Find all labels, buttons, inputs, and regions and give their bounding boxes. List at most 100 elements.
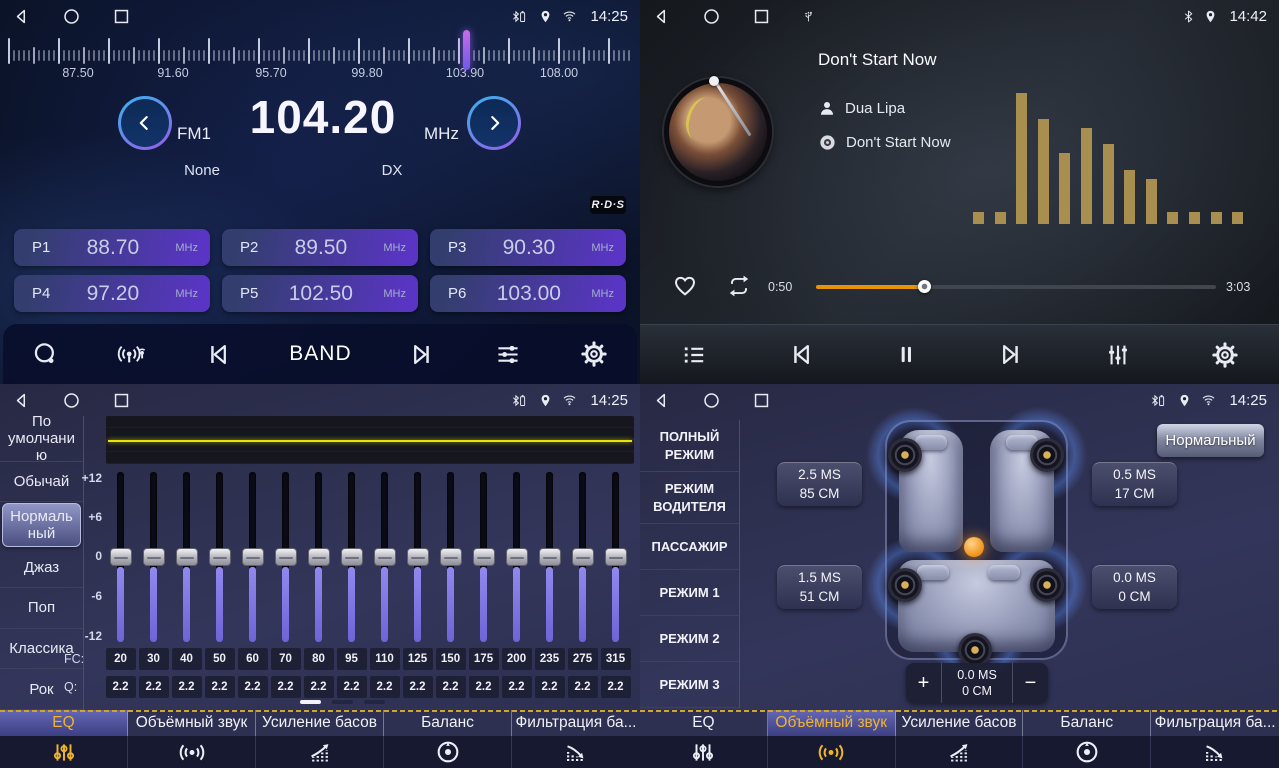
front-right-speaker[interactable] (1030, 438, 1064, 472)
eq-band-slider-2[interactable] (137, 468, 170, 652)
previous-track-button[interactable] (787, 341, 814, 368)
slider-handle[interactable] (110, 548, 132, 566)
q-value-chip[interactable]: 2.2 (337, 676, 367, 698)
q-value-chip[interactable]: 2.2 (601, 676, 631, 698)
recents-button[interactable] (752, 391, 771, 410)
repeat-button[interactable] (724, 273, 754, 299)
tab-eq-sliders[interactable]: EQ (0, 710, 128, 768)
audio-settings-button[interactable] (494, 341, 522, 368)
q-value-chip[interactable]: 2.2 (568, 676, 598, 698)
slider-handle[interactable] (308, 548, 330, 566)
recents-button[interactable] (112, 391, 131, 410)
preset-button-p5[interactable]: P5102.50MHz (222, 275, 418, 312)
soundfield-mode-6[interactable]: РЕЖИМ 3 (640, 662, 739, 708)
tab-balance[interactable]: Баланс (1023, 710, 1151, 768)
center-rear-speaker[interactable] (958, 633, 992, 667)
home-button[interactable] (62, 391, 81, 410)
tab-eq-sliders[interactable]: EQ (640, 710, 768, 768)
slider-handle[interactable] (473, 548, 495, 566)
preset-button-p3[interactable]: P390.30MHz (430, 229, 626, 266)
fc-value-chip[interactable]: 20 (106, 648, 136, 670)
eq-band-slider-6[interactable] (269, 468, 302, 652)
slider-handle[interactable] (242, 548, 264, 566)
soundfield-mode-2[interactable]: РЕЖИМ ВОДИТЕЛЯ (640, 472, 739, 524)
eq-band-slider-4[interactable] (203, 468, 236, 652)
slider-handle[interactable] (374, 548, 396, 566)
slider-handle[interactable] (506, 548, 528, 566)
slider-handle[interactable] (539, 548, 561, 566)
slider-handle[interactable] (407, 548, 429, 566)
progress-bar[interactable] (816, 285, 1216, 289)
fc-value-chip[interactable]: 70 (271, 648, 301, 670)
soundfield-mode-1[interactable]: ПОЛНЫЙ РЕЖИМ (640, 420, 739, 472)
scan-button[interactable] (117, 341, 147, 368)
tab-bass-boost[interactable]: Усиление басов (256, 710, 384, 768)
tab-surround[interactable]: Объёмный звук (128, 710, 256, 768)
eq-band-slider-12[interactable] (467, 468, 500, 652)
fc-value-chip[interactable]: 150 (436, 648, 466, 670)
rear-left-speaker[interactable] (888, 568, 922, 602)
soundfield-preset-button[interactable]: Нормальный (1157, 424, 1264, 457)
equalizer-button[interactable] (1104, 341, 1132, 369)
fc-value-chip[interactable]: 95 (337, 648, 367, 670)
q-value-chip[interactable]: 2.2 (502, 676, 532, 698)
soundfield-mode-3[interactable]: ПАССАЖИР (640, 524, 739, 570)
slider-handle[interactable] (572, 548, 594, 566)
back-button[interactable] (12, 391, 31, 410)
q-value-chip[interactable]: 2.2 (139, 676, 169, 698)
tab-bass-boost[interactable]: Усиление басов (896, 710, 1024, 768)
recents-button[interactable] (752, 7, 771, 26)
slider-handle[interactable] (209, 548, 231, 566)
eq-band-slider-10[interactable] (401, 468, 434, 652)
q-value-chip[interactable]: 2.2 (535, 676, 565, 698)
eq-band-slider-8[interactable] (335, 468, 368, 652)
fc-value-chip[interactable]: 275 (568, 648, 598, 670)
eq-band-slider-11[interactable] (434, 468, 467, 652)
fc-value-chip[interactable]: 60 (238, 648, 268, 670)
q-value-chip[interactable]: 2.2 (403, 676, 433, 698)
q-value-chip[interactable]: 2.2 (304, 676, 334, 698)
seek-down-button[interactable] (204, 341, 231, 368)
rear-right-delay-button[interactable]: 0.0 MS 0 CM (1092, 565, 1177, 609)
fc-value-chip[interactable]: 50 (205, 648, 235, 670)
preset-button-p6[interactable]: P6103.00MHz (430, 275, 626, 312)
home-button[interactable] (702, 391, 721, 410)
eq-band-slider-14[interactable] (533, 468, 566, 652)
album-art[interactable] (664, 78, 772, 186)
home-button[interactable] (62, 7, 81, 26)
eq-band-slider-9[interactable] (368, 468, 401, 652)
preset-button-p1[interactable]: P188.70MHz (14, 229, 210, 266)
slider-handle[interactable] (341, 548, 363, 566)
tab-surround[interactable]: Объёмный звук (768, 710, 896, 768)
back-button[interactable] (652, 391, 671, 410)
slider-handle[interactable] (176, 548, 198, 566)
soundfield-mode-4[interactable]: РЕЖИМ 1 (640, 570, 739, 616)
q-value-chip[interactable]: 2.2 (370, 676, 400, 698)
seek-up-button[interactable] (409, 341, 436, 368)
tab-filter[interactable]: Фильтрация ба... (1151, 710, 1279, 768)
delay-increase-button[interactable]: + (906, 663, 941, 703)
q-value-chip[interactable]: 2.2 (271, 676, 301, 698)
tune-up-button[interactable] (467, 96, 521, 150)
fc-value-chip[interactable]: 200 (502, 648, 532, 670)
search-button[interactable] (32, 341, 59, 368)
recents-button[interactable] (112, 7, 131, 26)
fc-value-chip[interactable]: 80 (304, 648, 334, 670)
front-left-speaker[interactable] (888, 438, 922, 472)
q-value-chip[interactable]: 2.2 (238, 676, 268, 698)
tab-filter[interactable]: Фильтрация ба... (512, 710, 640, 768)
q-value-chip[interactable]: 2.2 (172, 676, 202, 698)
preset-button-p4[interactable]: P497.20MHz (14, 275, 210, 312)
eq-band-slider-1[interactable] (104, 468, 137, 652)
tab-balance[interactable]: Баланс (384, 710, 512, 768)
eq-band-slider-13[interactable] (500, 468, 533, 652)
progress-thumb[interactable] (918, 280, 931, 293)
rear-right-speaker[interactable] (1030, 568, 1064, 602)
q-value-chip[interactable]: 2.2 (469, 676, 499, 698)
band-button[interactable]: BAND (289, 342, 351, 366)
fc-value-chip[interactable]: 125 (403, 648, 433, 670)
pause-button[interactable] (893, 341, 919, 368)
fc-value-chip[interactable]: 175 (469, 648, 499, 670)
back-button[interactable] (12, 7, 31, 26)
eq-band-slider-15[interactable] (566, 468, 599, 652)
